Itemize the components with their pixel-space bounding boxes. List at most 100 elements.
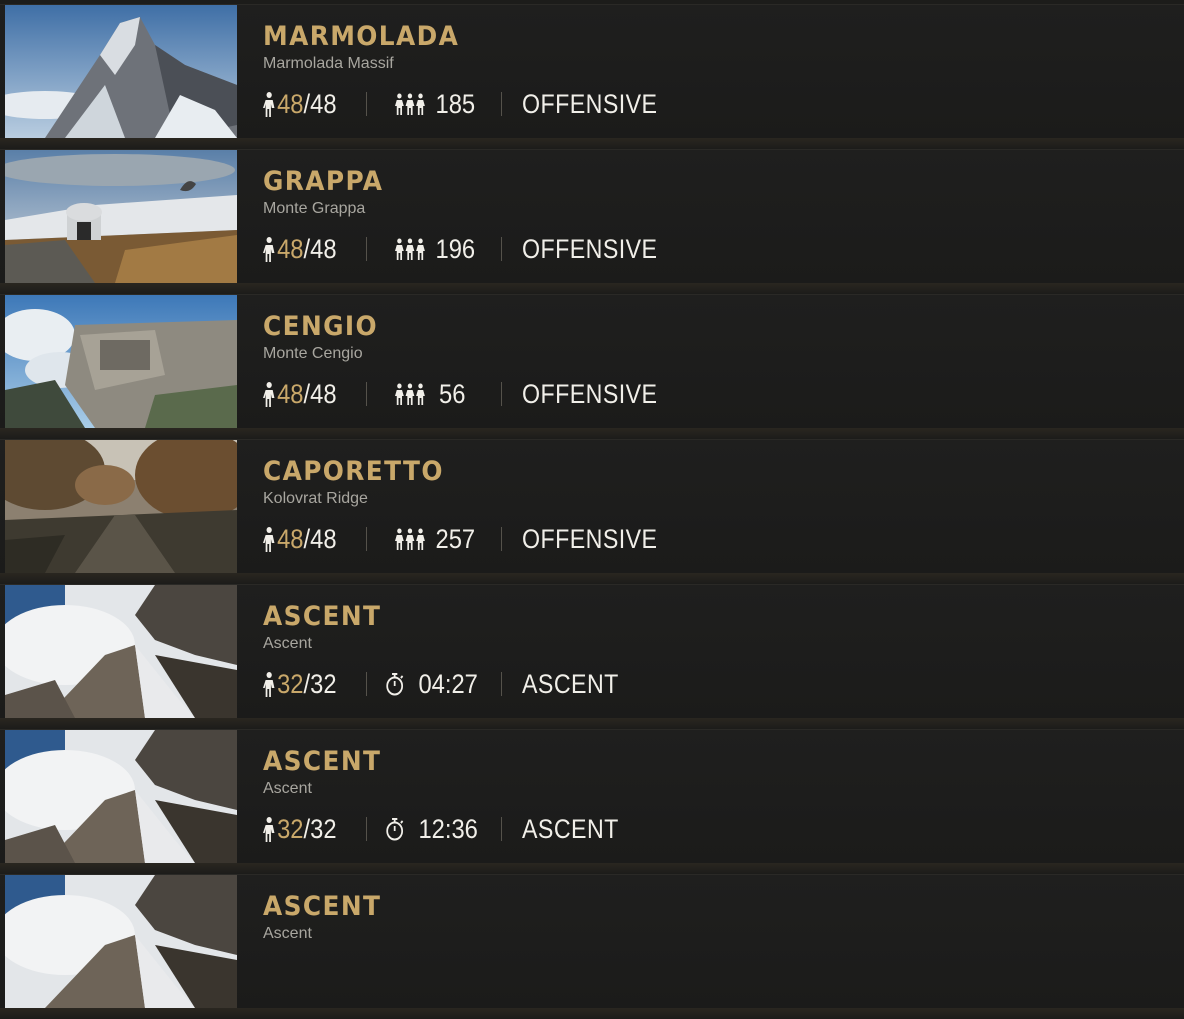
- squad-icon: [395, 93, 425, 115]
- players-max: /32: [303, 668, 337, 699]
- stopwatch-icon: [385, 672, 404, 696]
- squad-icon: [395, 528, 425, 550]
- server-stats: 48 /48 185 OFFENSIVE: [263, 87, 680, 121]
- map-title: MARMOLADA: [263, 21, 460, 52]
- server-stats: 48 /48 257 OFFENSIVE: [263, 522, 680, 556]
- players-max: /48: [303, 233, 337, 264]
- players-current: 48: [277, 378, 304, 409]
- server-stats: 48 /48 196 OFFENSIVE: [263, 232, 680, 266]
- divider: [501, 237, 502, 261]
- map-thumbnail: [5, 585, 237, 718]
- server-stats: 32 /32 12:36 ASCENT: [263, 812, 635, 846]
- squad-count: 257: [395, 524, 488, 555]
- player-count: 32 /32: [263, 814, 354, 845]
- player-count: 48 /48: [263, 379, 354, 410]
- map-subtitle: Monte Grappa: [263, 200, 366, 217]
- server-info: ASCENT Ascent 32 /32 04:27 ASCENT: [263, 585, 1184, 718]
- player-count: 48 /48: [263, 524, 354, 555]
- divider: [501, 817, 502, 841]
- map-subtitle: Monte Cengio: [263, 345, 363, 362]
- map-thumbnail: [5, 150, 237, 283]
- players-max: /48: [303, 523, 337, 554]
- squad-count: 185: [395, 89, 488, 120]
- server-row[interactable]: CAPORETTO Kolovrat Ridge 48 /48 257 OFFE…: [0, 439, 1184, 584]
- divider: [366, 672, 367, 696]
- map-thumbnail: [5, 5, 237, 138]
- divider: [501, 92, 502, 116]
- game-mode: OFFENSIVE: [522, 523, 658, 554]
- server-row[interactable]: ASCENT Ascent 32 /32 04:27 ASCENT: [0, 584, 1184, 729]
- map-thumbnail: [5, 730, 237, 863]
- map-thumbnail: [5, 440, 237, 573]
- map-subtitle: Ascent: [263, 780, 312, 797]
- player-count: 32 /32: [263, 669, 354, 700]
- server-stats: 48 /48 56 OFFENSIVE: [263, 377, 680, 411]
- soldier-icon: [263, 526, 275, 552]
- map-title: ASCENT: [263, 891, 382, 922]
- map-subtitle: Ascent: [263, 925, 312, 942]
- divider: [366, 817, 367, 841]
- server-row[interactable]: MARMOLADA Marmolada Massif 48 /48 185 OF…: [0, 4, 1184, 149]
- server-row[interactable]: CENGIO Monte Cengio 48 /48 56 OFFENSIVE: [0, 294, 1184, 439]
- round-timer: 04:27: [385, 669, 487, 700]
- server-info: MARMOLADA Marmolada Massif 48 /48 185 OF…: [263, 5, 1184, 138]
- map-subtitle: Ascent: [263, 635, 312, 652]
- map-title: ASCENT: [263, 746, 382, 777]
- soldier-icon: [263, 671, 275, 697]
- soldier-icon: [263, 381, 275, 407]
- player-count: 48 /48: [263, 234, 354, 265]
- map-thumbnail: [5, 875, 237, 1008]
- squad-value: 185: [435, 88, 476, 119]
- squad-value: 196: [435, 233, 476, 264]
- server-info: ASCENT Ascent 32 /32 12:36 ASCENT: [263, 730, 1184, 863]
- game-mode: OFFENSIVE: [522, 233, 658, 264]
- squad-count: 56: [395, 379, 488, 410]
- divider: [366, 527, 367, 551]
- stopwatch-icon: [385, 817, 404, 841]
- players-current: 48: [277, 88, 304, 119]
- soldier-icon: [263, 816, 275, 842]
- map-thumbnail: [5, 295, 237, 428]
- game-mode: ASCENT: [522, 813, 619, 844]
- squad-icon: [395, 383, 425, 405]
- server-info: GRAPPA Monte Grappa 48 /48 196 OFFENSIVE: [263, 150, 1184, 283]
- players-current: 32: [277, 668, 304, 699]
- soldier-icon: [263, 91, 275, 117]
- divider: [366, 237, 367, 261]
- players-current: 48: [277, 523, 304, 554]
- game-mode: OFFENSIVE: [522, 88, 658, 119]
- server-info: CAPORETTO Kolovrat Ridge 48 /48 257 OFFE…: [263, 440, 1184, 573]
- divider: [501, 382, 502, 406]
- players-current: 48: [277, 233, 304, 264]
- server-list: MARMOLADA Marmolada Massif 48 /48 185 OF…: [0, 0, 1184, 1019]
- game-mode: OFFENSIVE: [522, 378, 658, 409]
- map-title: GRAPPA: [263, 166, 384, 197]
- server-stats: 32 /32 04:27 ASCENT: [263, 667, 635, 701]
- server-info: ASCENT Ascent: [263, 875, 1184, 1008]
- divider: [501, 672, 502, 696]
- map-subtitle: Kolovrat Ridge: [263, 490, 368, 507]
- squad-value: 257: [435, 523, 476, 554]
- round-timer: 12:36: [385, 814, 487, 845]
- squad-icon: [395, 238, 425, 260]
- players-max: /32: [303, 813, 337, 844]
- map-title: ASCENT: [263, 601, 382, 632]
- squad-count: 196: [395, 234, 488, 265]
- divider: [501, 527, 502, 551]
- server-row[interactable]: GRAPPA Monte Grappa 48 /48 196 OFFENSIVE: [0, 149, 1184, 294]
- map-title: CAPORETTO: [263, 456, 444, 487]
- server-row[interactable]: ASCENT Ascent 32 /32 12:36 ASCENT: [0, 729, 1184, 874]
- timer-value: 12:36: [418, 813, 478, 844]
- game-mode: ASCENT: [522, 668, 619, 699]
- divider: [366, 382, 367, 406]
- divider: [366, 92, 367, 116]
- timer-value: 04:27: [418, 668, 478, 699]
- squad-value: 56: [439, 378, 466, 409]
- player-count: 48 /48: [263, 89, 354, 120]
- players-max: /48: [303, 378, 337, 409]
- map-title: CENGIO: [263, 311, 379, 342]
- server-row[interactable]: ASCENT Ascent: [0, 874, 1184, 1019]
- players-current: 32: [277, 813, 304, 844]
- players-max: /48: [303, 88, 337, 119]
- soldier-icon: [263, 236, 275, 262]
